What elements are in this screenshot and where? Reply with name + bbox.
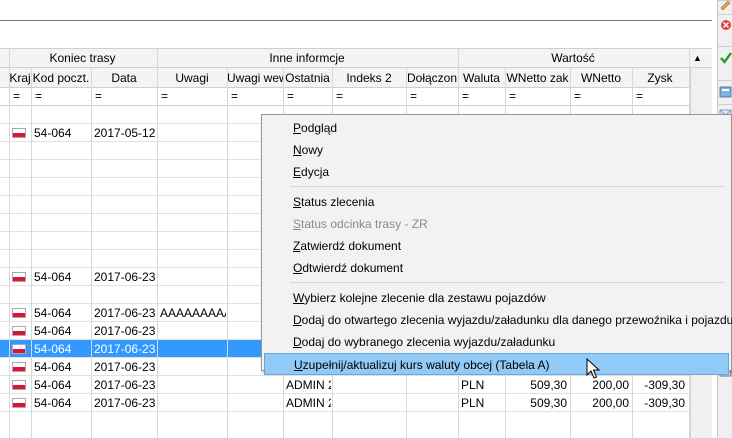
poland-flag-icon (12, 362, 26, 372)
poland-flag-icon (12, 272, 26, 282)
menu-item-5[interactable]: Status zlecenia (293, 191, 731, 213)
cell-ostatnia: ADMIN 2 (286, 396, 331, 410)
cell-kod-pocztowy: 54-064 (34, 396, 72, 410)
column-header-indeks-2[interactable]: Indeks 2 (332, 69, 406, 87)
cell-data: 2017-06-23 (94, 396, 156, 410)
cell-kod-pocztowy: 54-064 (34, 306, 72, 320)
column-header-wnetto-zak[interactable]: WNetto zak (505, 69, 570, 87)
scroll-up-button[interactable]: ▲ (689, 49, 706, 67)
column-header-kraj[interactable]: Kraj (9, 69, 31, 87)
delete-icon[interactable] (718, 14, 732, 37)
cell-wnetto-zak: 509,30 (530, 378, 567, 392)
column-header-wnetto[interactable]: WNetto (570, 69, 632, 87)
cell-waluta: PLN (461, 378, 485, 392)
menu-item-7[interactable]: Zatwierdź dokument (293, 235, 731, 257)
column-header-uwagi-wew[interactable]: Uwagi wew (227, 69, 283, 87)
grid-divider (9, 48, 10, 438)
menu-separator (290, 186, 725, 187)
filter-cell-dolaczone[interactable]: = (410, 88, 417, 104)
menu-separator (290, 282, 725, 283)
cell-kod-pocztowy: 54-064 (34, 270, 72, 284)
cell-data: 2017-06-23 (94, 306, 156, 320)
filter-cell-wnetto-zak[interactable]: = (509, 88, 516, 104)
filter-cell-data[interactable]: = (95, 88, 102, 104)
check-icon[interactable] (718, 46, 732, 69)
cell-kod-pocztowy: 54-064 (34, 126, 72, 140)
grid-divider (31, 68, 32, 438)
menu-item-13[interactable]: Uzupełnij/aktualizuj kurs waluty obcej (… (264, 353, 729, 375)
cell-data: 2017-06-23 (94, 360, 156, 374)
cell-ostatnia: ADMIN 2 (286, 378, 331, 392)
cell-uwagi: AAAAAAAAA (160, 306, 226, 320)
filter-row (0, 88, 690, 106)
cell-kod-pocztowy: 54-064 (34, 342, 72, 356)
menu-item-8[interactable]: Odtwierdź dokument (293, 257, 731, 279)
cell-kod-pocztowy: 54-064 (34, 324, 72, 338)
poland-flag-icon (12, 344, 26, 354)
column-header-kod-pocztowy[interactable]: Kod poczt. (31, 69, 91, 87)
poland-flag-icon (12, 128, 26, 138)
filter-cell-indeks-2[interactable]: = (336, 88, 343, 104)
column-header-ostatnia[interactable]: Ostatnia (283, 69, 332, 87)
filter-cell-ostatnia[interactable]: = (287, 88, 294, 104)
group-header-inne-informacje: Inne informcje (269, 51, 345, 65)
mouse-cursor-icon (586, 358, 600, 379)
top-form-area (0, 0, 712, 48)
cell-kod-pocztowy: 54-064 (34, 360, 72, 374)
cell-zysk: -309,30 (644, 378, 685, 392)
column-header-uwagi[interactable]: Uwagi (157, 69, 227, 87)
column-header-data[interactable]: Data (91, 69, 157, 87)
filter-cell-kraj[interactable]: = (13, 88, 20, 104)
poland-flag-icon (12, 398, 26, 408)
grid-divider (91, 68, 92, 438)
cell-data: 2017-06-23 (94, 378, 156, 392)
menu-item-6: Status odcinka trasy - ZR (293, 217, 428, 231)
cell-zysk: -309,30 (644, 396, 685, 410)
filter-cell-uwagi-wew[interactable]: = (231, 88, 238, 104)
menu-item-11[interactable]: Dodaj do otwartego zlecenia wyjazdu/zała… (293, 309, 732, 331)
grid-divider (227, 68, 228, 438)
column-header-waluta[interactable]: Waluta (458, 69, 505, 87)
cell-data: 2017-06-23 (94, 270, 156, 284)
column-header-dolaczone[interactable]: Dołączon (406, 69, 458, 87)
cell-data: 2017-06-23 (94, 324, 156, 338)
menu-item-3[interactable]: Edycja (293, 161, 731, 183)
context-menu: Podgląd Nowy Edycja Status zlecenia Status o… (261, 114, 732, 375)
filter-cell-waluta[interactable]: = (462, 88, 469, 104)
poland-flag-icon (12, 380, 26, 390)
menu-item-2[interactable]: Nowy (293, 139, 731, 161)
menu-item-10[interactable]: Wybierz kolejne zlecenie dla zestawu poj… (293, 287, 731, 309)
export-icon[interactable] (718, 80, 732, 103)
cell-wnetto-zak: 509,30 (530, 396, 567, 410)
filter-cell-kod-pocztowy[interactable]: = (35, 88, 42, 104)
filter-cell-zysk[interactable]: = (636, 88, 643, 104)
group-header-koniec-trasy: Koniec trasy (49, 51, 116, 65)
cell-kod-pocztowy: 54-064 (34, 378, 72, 392)
filter-cell-wnetto[interactable]: = (574, 88, 581, 104)
group-header-wartosc: Wartość (551, 51, 595, 65)
poland-flag-icon (12, 308, 26, 318)
cell-waluta: PLN (461, 396, 485, 410)
column-header-zysk[interactable]: Zysk (632, 69, 688, 87)
top-input-field[interactable] (0, 0, 712, 21)
cell-data: 2017-06-23 (94, 342, 156, 356)
menu-item-1[interactable]: Podgląd (293, 117, 731, 139)
grid-divider (157, 48, 158, 438)
cell-wnetto: 200,00 (592, 396, 629, 410)
filter-cell-uwagi[interactable]: = (161, 88, 168, 104)
menu-item-12[interactable]: Dodaj do wybranego zlecenia wyjazdu/zała… (293, 331, 731, 353)
cell-data: 2017-05-12 (94, 126, 156, 140)
poland-flag-icon (12, 326, 26, 336)
